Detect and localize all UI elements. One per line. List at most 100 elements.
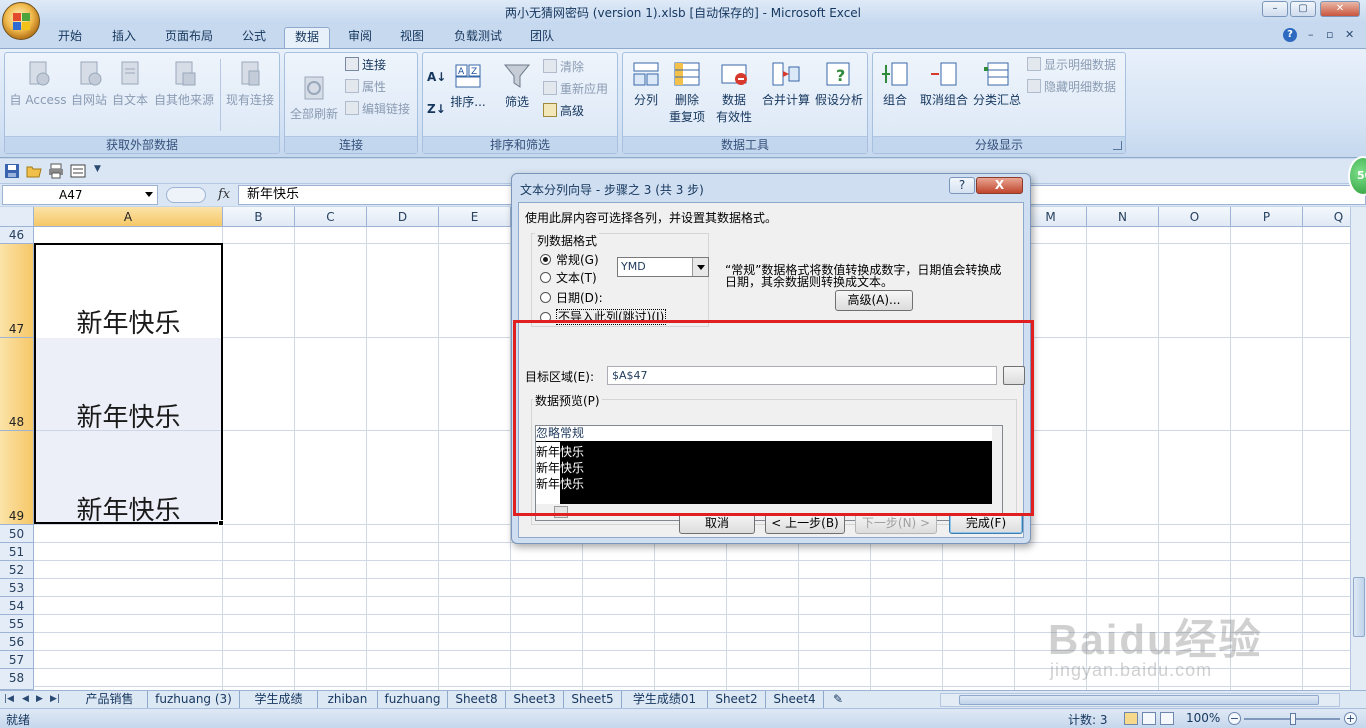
sheet-tab[interactable]: 产品销售 <box>72 691 148 708</box>
tab-data[interactable]: 数据 <box>284 27 330 48</box>
ungroup-button[interactable]: 取消组合 <box>919 59 969 108</box>
tab-formulas[interactable]: 公式 <box>234 27 274 48</box>
page-break-view-icon[interactable] <box>1160 712 1174 725</box>
formula-handle-icon[interactable] <box>166 187 206 203</box>
cell-a49[interactable]: 新年快乐 <box>35 490 222 527</box>
advanced-filter-button[interactable]: 高级 <box>543 101 584 121</box>
text-to-columns-button[interactable]: 分列 <box>625 59 667 108</box>
name-box-dropdown-icon[interactable] <box>145 192 153 197</box>
row-header-54[interactable]: 54 <box>0 597 34 615</box>
show-detail-button[interactable]: 显示明细数据 <box>1027 55 1116 75</box>
zoom-out-icon[interactable]: − <box>1228 712 1241 725</box>
reapply-button[interactable]: 重新应用 <box>543 79 608 99</box>
row-header-57[interactable]: 57 <box>0 651 34 669</box>
existing-connections-button[interactable]: 现有连接 <box>223 59 277 108</box>
row-header-52[interactable]: 52 <box>0 561 34 579</box>
finish-button[interactable]: 完成(F) <box>949 513 1023 534</box>
tab-home[interactable]: 开始 <box>48 27 92 48</box>
subtotal-button[interactable]: 分类汇总 <box>971 59 1023 108</box>
prev-sheet-icon[interactable]: ◀ <box>22 694 29 704</box>
radio-date-label[interactable]: 日期(D): <box>556 289 603 306</box>
insert-sheet-icon[interactable]: ✎ <box>824 691 852 708</box>
connections-button[interactable]: 连接 <box>345 55 386 75</box>
tab-insert[interactable]: 插入 <box>104 27 144 48</box>
row-header-48[interactable]: 48 <box>0 338 34 431</box>
data-validation-button[interactable]: 数据 有效性 <box>711 59 757 125</box>
name-box[interactable]: A47 <box>2 185 158 205</box>
last-sheet-icon[interactable]: ▶| <box>50 694 60 704</box>
row-header-56[interactable]: 56 <box>0 633 34 651</box>
group-button[interactable]: 组合 <box>875 59 915 108</box>
insert-function-icon[interactable]: fx <box>218 187 230 202</box>
from-access-button[interactable]: 自 Access <box>7 59 69 108</box>
dialog-launcher-icon[interactable] <box>1113 141 1122 150</box>
consolidate-button[interactable]: 合并计算 <box>761 59 811 108</box>
radio-general[interactable] <box>540 254 551 265</box>
normal-view-icon[interactable] <box>1124 712 1138 725</box>
date-format-dropdown-icon[interactable] <box>692 258 708 276</box>
help-icon[interactable]: ? <box>1283 28 1297 42</box>
column-header-q[interactable]: Q <box>1303 207 1350 227</box>
row-header-55[interactable]: 55 <box>0 615 34 633</box>
radio-text[interactable] <box>540 272 551 283</box>
minimize-button[interactable]: – <box>1262 1 1288 17</box>
properties-button[interactable]: 属性 <box>345 77 386 97</box>
print-icon[interactable] <box>48 163 64 179</box>
back-button[interactable]: < 上一步(B) <box>765 513 845 534</box>
row-header-51[interactable]: 51 <box>0 543 34 561</box>
edit-links-button[interactable]: 编辑链接 <box>345 99 410 119</box>
row-header-46[interactable]: 46 <box>0 227 34 244</box>
row-header-53[interactable]: 53 <box>0 579 34 597</box>
radio-text-label[interactable]: 文本(T) <box>556 269 597 286</box>
page-layout-view-icon[interactable] <box>1142 712 1156 725</box>
ribbon-minimize-icon[interactable]: – <box>1308 28 1314 41</box>
row-header-50[interactable]: 50 <box>0 525 34 543</box>
radio-date[interactable] <box>540 292 551 303</box>
column-header-p[interactable]: P <box>1231 207 1303 227</box>
column-header-a[interactable]: A <box>34 207 223 227</box>
filter-button[interactable]: 筛选 <box>499 61 535 110</box>
column-header-c[interactable]: C <box>295 207 367 227</box>
remove-duplicates-button[interactable]: 删除 重复项 <box>667 59 707 125</box>
form-icon[interactable] <box>70 163 86 179</box>
first-sheet-icon[interactable]: |◀ <box>4 694 14 704</box>
what-if-analysis-button[interactable]: ? 假设分析 <box>813 59 865 108</box>
maximize-button[interactable]: ▢ <box>1290 1 1316 17</box>
dialog-close-button[interactable]: X <box>976 177 1023 194</box>
column-header-o[interactable]: O <box>1159 207 1231 227</box>
open-folder-icon[interactable] <box>26 163 42 179</box>
sheet-tab[interactable]: Sheet4 <box>766 691 824 708</box>
tab-load-test[interactable]: 负载测试 <box>446 27 510 48</box>
from-web-button[interactable]: 自网站 <box>69 59 109 108</box>
sheet-tab[interactable]: zhiban <box>318 691 378 708</box>
sheet-tab[interactable]: Sheet5 <box>564 691 622 708</box>
column-header-d[interactable]: D <box>367 207 439 227</box>
zoom-slider-knob[interactable] <box>1290 713 1296 725</box>
column-header-n[interactable]: N <box>1087 207 1159 227</box>
radio-general-label[interactable]: 常规(G) <box>556 251 599 268</box>
advanced-button[interactable]: 高级(A)... <box>835 290 913 311</box>
hide-detail-button[interactable]: 隐藏明细数据 <box>1027 77 1116 97</box>
row-header-47[interactable]: 47 <box>0 244 34 338</box>
next-sheet-icon[interactable]: ▶ <box>36 694 43 704</box>
sort-button[interactable]: AZ 排序... <box>449 61 487 110</box>
cell-a48[interactable]: 新年快乐 <box>35 397 222 434</box>
customize-qat-icon[interactable]: ▼ <box>94 164 110 180</box>
vertical-scrollbar[interactable] <box>1350 207 1366 690</box>
sheet-tab[interactable]: 学生成绩 <box>240 691 318 708</box>
close-window-button[interactable]: ✕ <box>1320 1 1360 17</box>
date-format-select[interactable]: YMD <box>617 257 709 277</box>
sheet-tab[interactable]: fuzhuang (3) <box>148 691 240 708</box>
cancel-button[interactable]: 取消 <box>679 513 755 534</box>
select-all-corner[interactable] <box>0 207 34 227</box>
zoom-level[interactable]: 100% <box>1186 711 1220 725</box>
office-button[interactable] <box>2 2 40 40</box>
column-header-e[interactable]: E <box>439 207 511 227</box>
sheet-tab[interactable]: fuzhuang <box>378 691 448 708</box>
tab-team[interactable]: 团队 <box>522 27 562 48</box>
vertical-scroll-thumb[interactable] <box>1353 577 1365 637</box>
from-text-button[interactable]: 自文本 <box>109 59 151 108</box>
refresh-all-button[interactable]: 全部刷新 <box>287 73 341 122</box>
clear-filter-button[interactable]: 清除 <box>543 57 584 77</box>
sheet-tab[interactable]: Sheet3 <box>506 691 564 708</box>
